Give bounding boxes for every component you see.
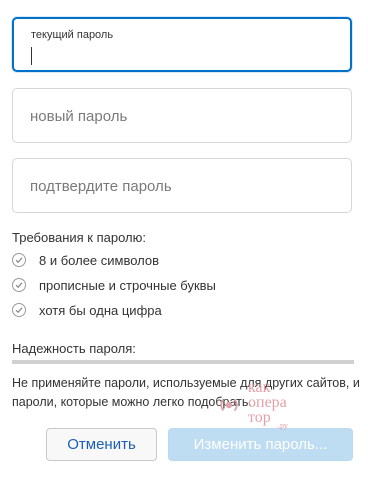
requirement-item: прописные и строчные буквы [12,276,216,294]
checkmark-icon [12,303,26,317]
confirm-password-input[interactable] [30,174,330,198]
change-password-button[interactable]: Изменить пароль... [168,428,353,461]
strength-meter [12,360,354,364]
requirements-title: Требования к паролю: [12,230,146,245]
text-caret [31,47,32,65]
current-password-field[interactable]: текущий пароль [12,17,352,72]
requirement-label: 8 и более символов [39,252,160,268]
requirement-label: прописные и строчные буквы [39,277,216,293]
checkmark-icon [12,278,26,292]
password-advice: Не применяйте пароли, используемые для д… [12,376,360,409]
strength-label: Надежность пароля: [12,341,136,356]
requirement-item: 8 и более символов [12,251,159,269]
confirm-password-field[interactable] [12,158,352,213]
new-password-input[interactable] [30,104,330,128]
requirement-item: хотя бы одна цифра [12,301,162,319]
requirement-label: хотя бы одна цифра [39,302,162,318]
watermark-text-3: тор [248,409,271,426]
current-password-label: текущий пароль [31,29,114,41]
checkmark-icon [12,253,26,267]
cancel-button[interactable]: Отменить [46,428,157,461]
new-password-field[interactable] [12,88,352,143]
